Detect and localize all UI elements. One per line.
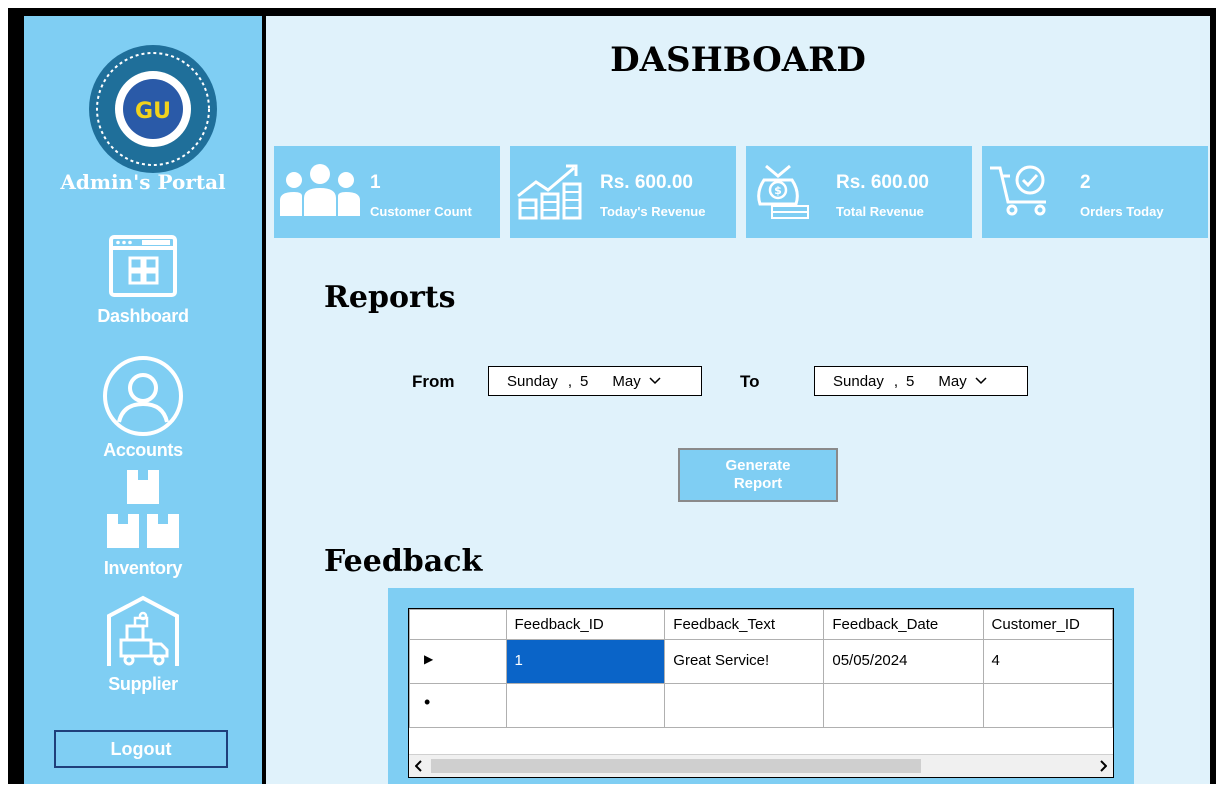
row-marker: ▶ [409,639,507,684]
to-label: To [740,372,760,391]
cart-check-icon [990,165,1046,216]
people-icon [280,164,360,216]
todays-revenue-caption: Today's Revenue [600,204,706,219]
svg-text:$: $ [774,184,782,197]
table-cell[interactable]: 1 [505,639,666,684]
sidebar: GU Admin's Portal Dashboard Accounts Inv… [24,16,262,784]
table-cell[interactable] [823,683,984,728]
feedback-grid[interactable]: Feedback_ID Feedback_Text Feedback_Date … [408,608,1114,778]
generate-report-button[interactable]: Generate Report [678,448,838,502]
sidebar-item-dashboard[interactable]: Dashboard [24,234,262,327]
sidebar-item-supplier[interactable]: Supplier [24,594,262,695]
boxes-icon [107,470,179,548]
from-label: From [412,372,455,391]
portal-title: Admin's Portal [60,170,226,194]
warehouse-truck-icon [107,595,179,666]
dashboard-icon [109,235,177,297]
generate-button-line-2: Report [733,475,783,492]
table-cell[interactable] [505,683,666,728]
stat-card-todays-revenue: Rs. 600.00 Today's Revenue [510,146,736,238]
horizontal-scrollbar[interactable] [409,754,1113,777]
orders-today-caption: Orders Today [1080,204,1164,219]
from-date-picker[interactable]: Sunday , 5 May [488,366,702,396]
to-day: 5 [906,372,915,390]
total-revenue-caption: Total Revenue [836,204,924,219]
column-header-feedback-id[interactable]: Feedback_ID [505,609,666,640]
from-date-separator: , [567,372,573,390]
total-revenue-value: Rs. 600.00 [836,172,929,193]
to-date-picker[interactable]: Sunday , 5 May [814,366,1028,396]
table-cell[interactable] [664,683,825,728]
table-header-row: Feedback_ID Feedback_Text Feedback_Date … [409,609,1114,640]
generate-button-line-1: Generate [725,457,791,474]
table-row-new[interactable]: • [409,683,1114,728]
from-month: May [612,372,641,390]
column-header-customer-id[interactable]: Customer_ID [982,609,1114,640]
to-date-separator: , [893,372,899,390]
table-cell[interactable]: 05/05/2024 [823,639,984,684]
sidebar-item-accounts[interactable]: Accounts [24,354,262,461]
main-panel: DASHBOARD 1 Customer Count Rs. 600.00 To… [266,16,1210,784]
scroll-right-icon[interactable] [1099,760,1107,772]
logout-button[interactable]: Logout [54,730,228,768]
row-header-corner [409,609,507,640]
sidebar-item-label: Dashboard [97,306,189,326]
sidebar-item-label: Supplier [108,674,178,694]
orders-today-value: 2 [1080,172,1091,193]
todays-revenue-value: Rs. 600.00 [600,172,693,193]
table-row[interactable]: ▶ 1 Great Service! 05/05/2024 4 [409,639,1114,684]
reports-heading: Reports [324,280,456,315]
money-bag-icon: $ [757,164,809,219]
from-day-name: Sunday [507,372,558,390]
university-logo: GU [89,45,217,173]
stat-card-total-revenue: $ Rs. 600.00 Total Revenue [746,146,972,238]
sidebar-item-inventory[interactable]: Inventory [24,468,262,579]
svg-text:GU: GU [135,99,171,124]
user-circle-icon [103,356,183,436]
chevron-down-icon [649,377,661,385]
page-title: DASHBOARD [610,40,866,80]
column-header-feedback-date[interactable]: Feedback_Date [823,609,984,640]
scrollbar-thumb[interactable] [431,759,921,773]
stat-card-orders-today: 2 Orders Today [982,146,1208,238]
feedback-heading: Feedback [324,544,483,579]
to-month: May [938,372,967,390]
chevron-down-icon [975,377,987,385]
customer-count-value: 1 [370,172,381,193]
coins-growth-icon [517,164,582,220]
sidebar-item-label: Inventory [103,558,183,578]
customer-count-caption: Customer Count [370,204,472,219]
stat-card-customer-count: 1 Customer Count [274,146,500,238]
table-cell[interactable]: Great Service! [664,639,825,684]
row-marker: • [409,683,507,728]
from-day: 5 [580,372,589,390]
column-header-feedback-text[interactable]: Feedback_Text [664,609,825,640]
feedback-table: Feedback_ID Feedback_Text Feedback_Date … [409,609,1114,728]
table-cell[interactable]: 4 [982,639,1114,684]
table-cell[interactable] [982,683,1114,728]
scroll-left-icon[interactable] [415,760,423,772]
to-day-name: Sunday [833,372,884,390]
sidebar-item-label: Accounts [103,440,183,460]
feedback-grid-container: Feedback_ID Feedback_Text Feedback_Date … [388,588,1134,784]
